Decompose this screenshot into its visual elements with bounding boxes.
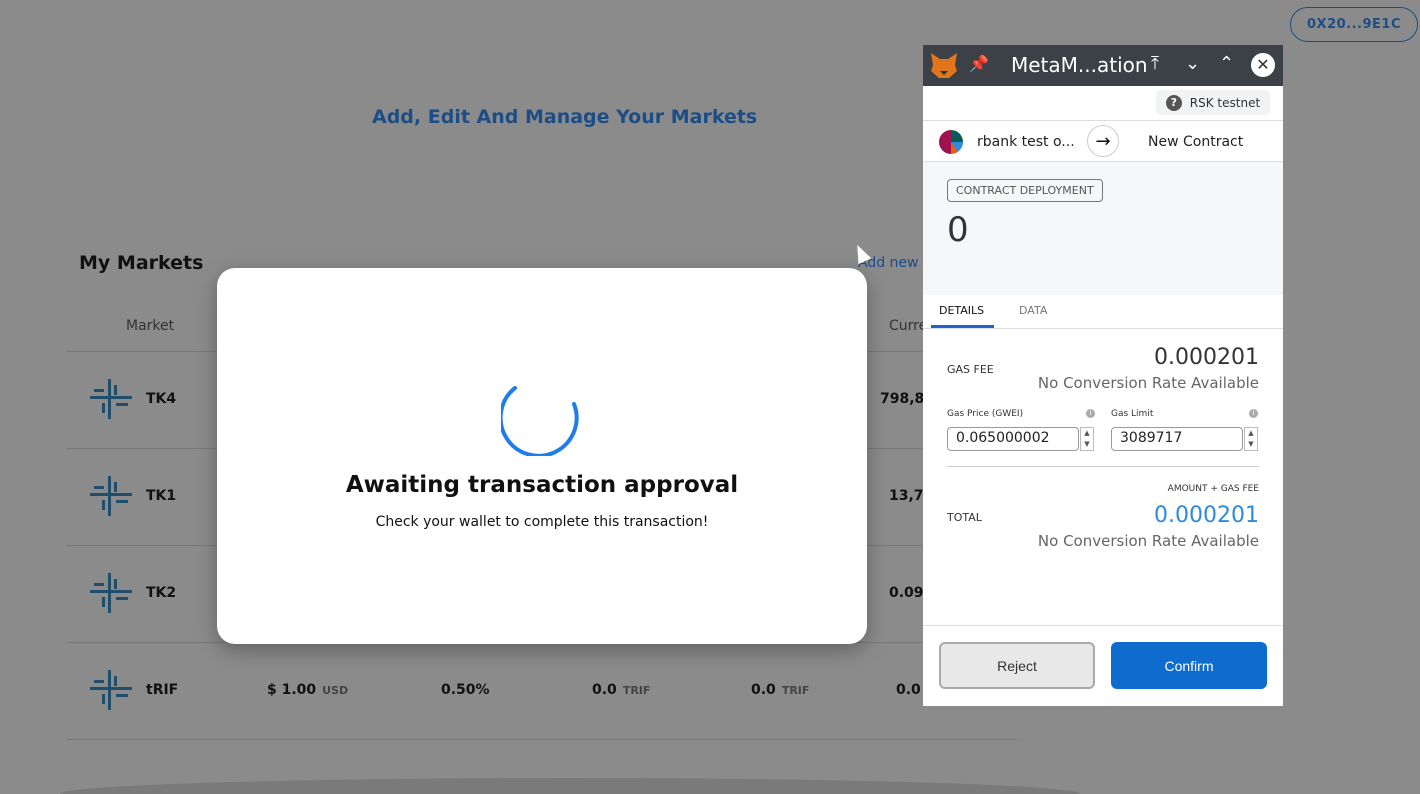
- borrowed-value: 0.0: [751, 682, 776, 698]
- divider: [67, 739, 1017, 740]
- account-name[interactable]: rbank test o...: [977, 134, 1075, 150]
- window-title: MetaM...ation: [1011, 53, 1148, 77]
- contract-deployment-badge: CONTRACT DEPLOYMENT: [947, 179, 1103, 202]
- chevron-down-icon[interactable]: ⌄: [1185, 53, 1200, 74]
- chevron-up-icon[interactable]: ⌃: [1219, 53, 1234, 74]
- awaiting-approval-modal: Awaiting transaction approval Check your…: [217, 268, 867, 644]
- from-to-row: rbank test o... → New Contract: [923, 120, 1283, 162]
- modal-title: Awaiting transaction approval: [345, 472, 739, 498]
- metamask-titlebar: 📌 MetaM...ation ⤒ ⌄ ⌃ ✕: [923, 45, 1283, 86]
- market-name: TK1: [146, 488, 177, 504]
- gas-limit-input[interactable]: 3089717: [1111, 427, 1243, 451]
- transaction-summary: CONTRACT DEPLOYMENT 0: [923, 162, 1283, 295]
- arrow-right-icon: →: [1087, 125, 1119, 157]
- column-market: Market: [126, 318, 175, 334]
- market-name: TK4: [146, 391, 177, 407]
- gas-limit-label: Gas Limit: [1111, 409, 1154, 419]
- gas-price-input[interactable]: 0.065000002: [947, 427, 1079, 451]
- divider: [947, 466, 1259, 467]
- metamask-fox-icon: [931, 53, 957, 78]
- market-rate: 0.50%: [441, 682, 490, 698]
- pin-icon[interactable]: 📌: [969, 54, 989, 73]
- info-icon[interactable]: i: [1086, 409, 1095, 418]
- market-name: tRIF: [146, 682, 179, 698]
- question-icon: ?: [1165, 94, 1182, 111]
- close-icon[interactable]: ✕: [1251, 53, 1275, 77]
- account-avatar: [939, 130, 963, 154]
- gas-fee-label: GAS FEE: [947, 363, 994, 376]
- loading-spinner-icon: [501, 386, 579, 456]
- gas-price-label: Gas Price (GWEI): [947, 409, 1024, 419]
- network-name: RSK testnet: [1189, 95, 1261, 110]
- price-value: $ 1.00: [267, 682, 317, 698]
- gas-fee-value: 0.000201: [1154, 345, 1259, 370]
- amount-gas-label: AMOUNT + GAS FEE: [1167, 484, 1259, 494]
- recipient: New Contract: [1148, 134, 1244, 150]
- token-logo-icon: [90, 670, 132, 710]
- reject-button[interactable]: Reject: [939, 642, 1095, 689]
- page-headline: Add, Edit And Manage Your Markets: [372, 106, 758, 128]
- gas-fee-conversion: No Conversion Rate Available: [1037, 374, 1259, 392]
- move-top-icon[interactable]: ⤒: [1151, 53, 1159, 74]
- borrowed-unit: TRIF: [781, 684, 810, 697]
- market-price: $ 1.00 USD: [267, 682, 348, 698]
- network-selector[interactable]: ? RSK testnet: [1156, 90, 1270, 115]
- total-conversion: No Conversion Rate Available: [1037, 532, 1259, 550]
- market-name: TK2: [146, 585, 177, 601]
- divider: [923, 625, 1283, 626]
- market-borrowed: 0.0 TRIF: [751, 682, 809, 698]
- price-unit: USD: [322, 684, 349, 697]
- footer-curve: [60, 778, 1080, 794]
- my-markets-title: My Markets: [79, 252, 204, 274]
- token-logo-icon: [90, 379, 132, 419]
- amount: 0: [947, 210, 969, 250]
- tab-details[interactable]: DETAILS: [939, 304, 984, 317]
- modal-subtitle: Check your wallet to complete this trans…: [375, 514, 709, 530]
- total-label: TOTAL: [947, 511, 982, 524]
- gas-limit-stepper[interactable]: ▲ ▼: [1244, 427, 1258, 451]
- supplied-unit: TRIF: [622, 684, 651, 697]
- gas-price-stepper[interactable]: ▲ ▼: [1080, 427, 1094, 451]
- column-current: Curre: [889, 318, 928, 334]
- confirm-button[interactable]: Confirm: [1111, 642, 1267, 689]
- token-logo-icon: [90, 476, 132, 516]
- divider: [923, 328, 1283, 329]
- wallet-address-button[interactable]: 0X20...9E1C: [1290, 7, 1418, 42]
- metamask-popup: 📌 MetaM...ation ⤒ ⌄ ⌃ ✕ ? RSK testnet rba…: [923, 45, 1283, 706]
- token-logo-icon: [90, 573, 132, 613]
- tab-data[interactable]: DATA: [1019, 304, 1047, 317]
- supplied-value: 0.0: [592, 682, 617, 698]
- market-current: 0.0: [896, 682, 921, 698]
- info-icon[interactable]: i: [1249, 409, 1258, 418]
- market-supplied: 0.0 TRIF: [592, 682, 650, 698]
- total-value: 0.000201: [1154, 503, 1259, 528]
